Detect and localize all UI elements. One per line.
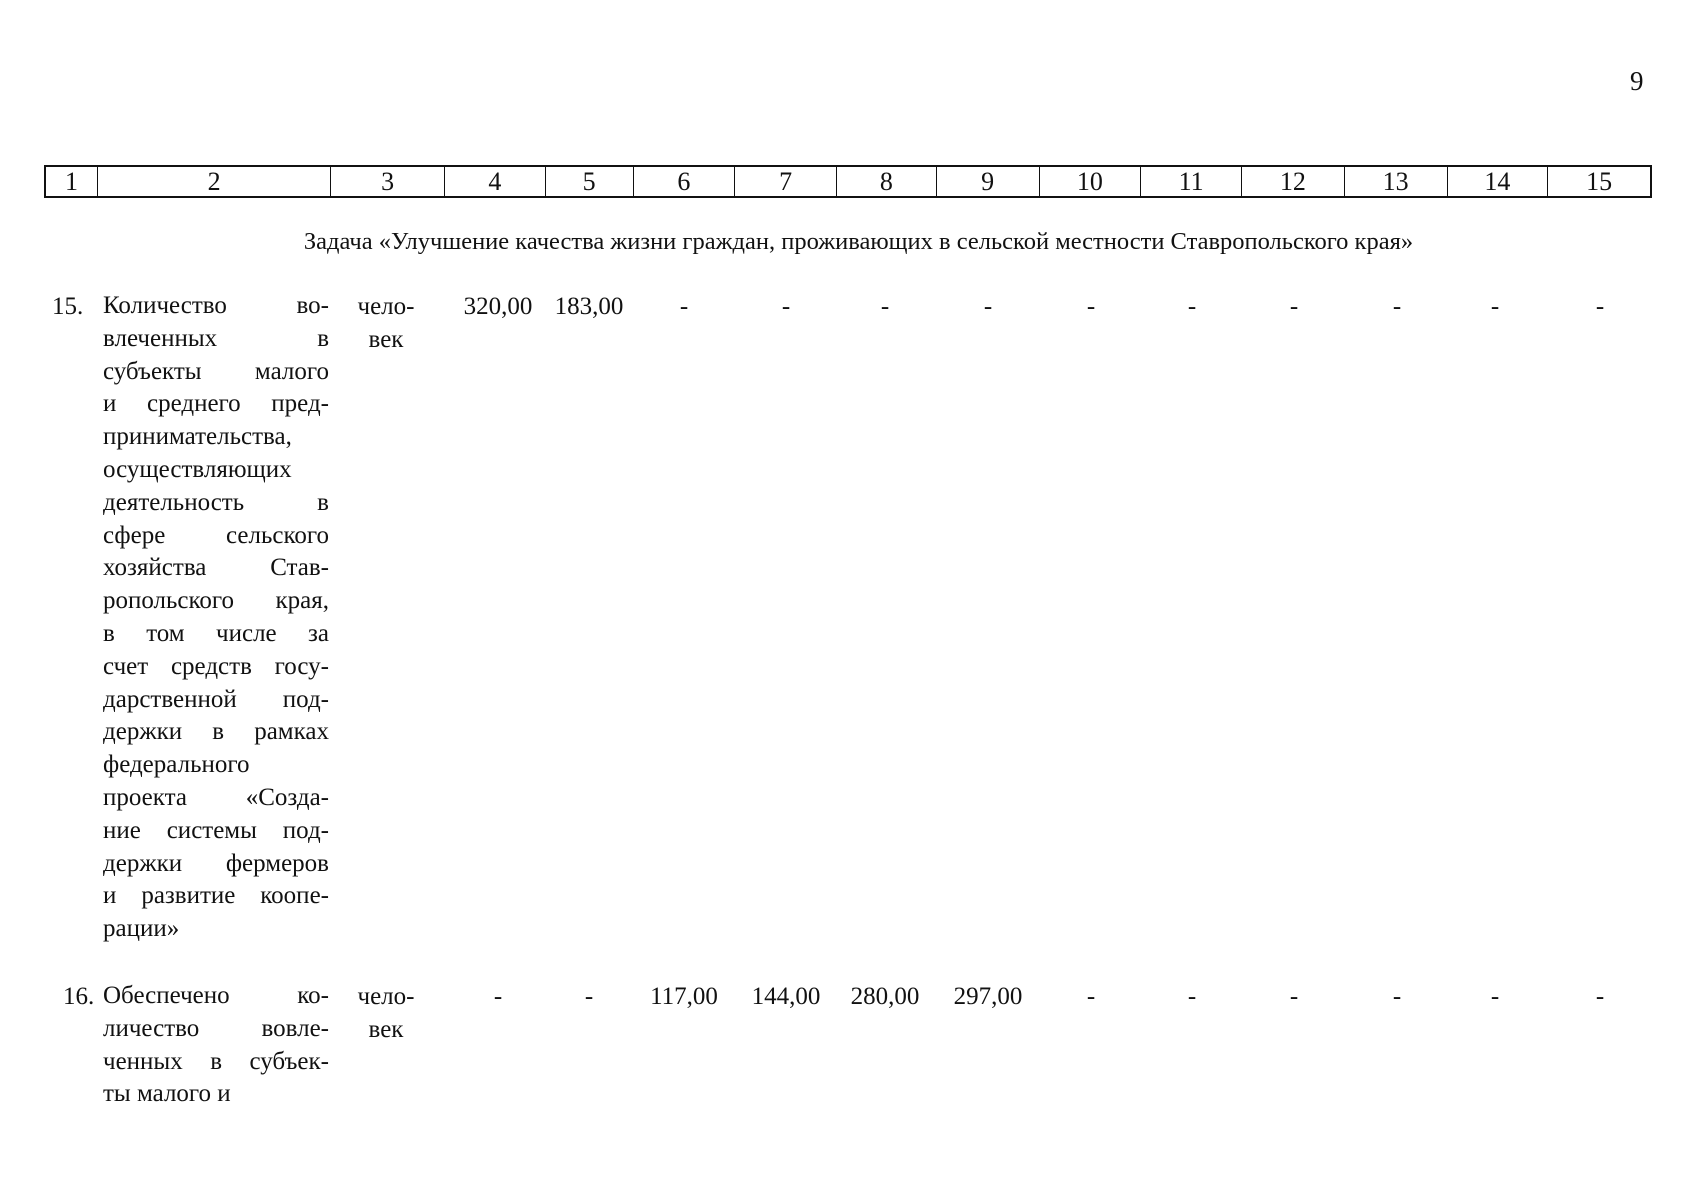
row-unit: чело-век: [336, 290, 436, 356]
description-line: личество вовле-: [103, 1014, 329, 1042]
page-number: 9: [1630, 66, 1644, 96]
row-unit: чело-век: [336, 980, 436, 1046]
value-column-4: 320,00: [463, 293, 533, 320]
description-line: и среднего пред-: [103, 390, 329, 418]
row-number: 16.: [63, 983, 95, 1010]
description-line: держки в рамках: [103, 718, 329, 746]
unit-line: век: [368, 326, 404, 353]
value-column-6: -: [679, 293, 689, 320]
value-column-15: -: [1595, 983, 1605, 1010]
value-column-4: -: [493, 983, 503, 1010]
description-line: хозяйства Став-: [103, 554, 329, 582]
value-column-11: -: [1187, 983, 1197, 1010]
column-header-1: 1: [46, 167, 98, 196]
column-header-12: 12: [1242, 167, 1345, 196]
description-line: Количество во-: [103, 292, 329, 319]
description-line: сфере сельского: [103, 521, 329, 549]
column-header-3: 3: [331, 167, 446, 196]
value-column-8: -: [880, 293, 890, 320]
value-column-10: -: [1086, 293, 1096, 320]
column-number-header: 1 2 3 4 5 6 7 8 9 10 11 12 13 14 15: [44, 165, 1652, 198]
description-line: в том числе за: [103, 619, 329, 647]
column-header-4: 4: [445, 167, 546, 196]
value-column-8: 280,00: [850, 983, 920, 1010]
row-description: Количество во-влеченных в субъекты малого…: [103, 290, 329, 946]
column-header-15: 15: [1586, 166, 1613, 196]
value-column-9: -: [983, 293, 993, 320]
value-column-7: -: [781, 293, 791, 320]
value-column-7: 144,00: [751, 983, 821, 1010]
description-line: проекта «Созда-: [103, 783, 329, 811]
column-header-5: 5: [546, 167, 634, 196]
row-description: Обеспечено ко-личество вовле-ченных в су…: [103, 980, 329, 1111]
description-line: субъекты малого: [103, 357, 329, 385]
unit-line: чело-: [357, 983, 415, 1010]
description-line: и развитие коопе-: [103, 882, 329, 910]
description-line: счет средств госу-: [103, 652, 329, 680]
column-header-13: 13: [1345, 167, 1448, 196]
description-line: федерального: [103, 751, 250, 779]
value-column-14: -: [1490, 293, 1500, 320]
description-line: держки фермеров: [103, 849, 329, 877]
description-line: ты малого и: [103, 1080, 231, 1108]
description-line: ропольского края,: [103, 587, 329, 615]
description-line: дарственной под-: [103, 685, 329, 713]
unit-line: век: [368, 1016, 404, 1043]
row-number: 15.: [52, 293, 84, 320]
description-line: осуществляющих: [103, 455, 292, 483]
column-header-11: 11: [1141, 167, 1243, 196]
value-column-10: -: [1086, 983, 1096, 1010]
description-line: Обеспечено ко-: [103, 982, 329, 1009]
value-column-11: -: [1187, 293, 1197, 320]
value-column-12: -: [1289, 293, 1299, 320]
value-column-5: 183,00: [554, 293, 624, 320]
unit-line: чело-: [357, 293, 415, 320]
description-line: рации»: [103, 915, 180, 943]
column-header-9: 9: [937, 167, 1040, 196]
column-header-6: 6: [634, 167, 736, 196]
description-line: ние системы под-: [103, 816, 329, 844]
value-column-15: -: [1595, 293, 1605, 320]
value-column-6: 117,00: [650, 983, 718, 1010]
value-column-13: -: [1392, 983, 1402, 1010]
value-column-13: -: [1392, 293, 1402, 320]
column-header-7: 7: [735, 167, 838, 196]
task-title: Задача «Улучшение качества жизни граждан…: [303, 228, 1414, 255]
column-header-8: 8: [837, 167, 937, 196]
value-column-14: -: [1490, 983, 1500, 1010]
column-header-10: 10: [1040, 167, 1142, 196]
description-line: деятельность в: [103, 488, 329, 516]
column-header-14: 14: [1448, 167, 1549, 196]
description-line: влеченных в: [103, 324, 329, 352]
description-line: ченных в субъек-: [103, 1047, 329, 1075]
value-column-9: 297,00: [953, 983, 1023, 1010]
description-line: принимательства,: [103, 423, 292, 451]
value-column-12: -: [1289, 983, 1299, 1010]
column-header-2: 2: [98, 167, 332, 196]
value-column-5: -: [584, 983, 594, 1010]
